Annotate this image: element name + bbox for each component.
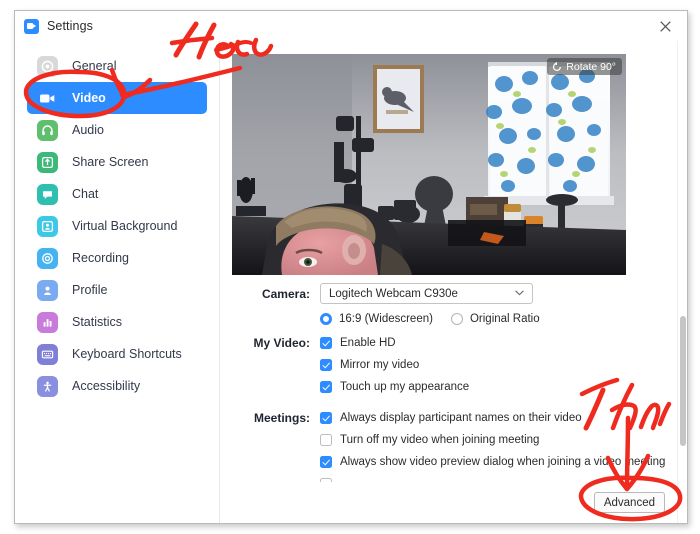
option-label: Mirror my video [340, 359, 420, 371]
sidebar-item-profile[interactable]: Profile [27, 274, 207, 306]
share-screen-icon [37, 151, 58, 173]
video-settings-panel: Rotate 90° Camera: Logitech Webcam C930e [220, 41, 687, 523]
window-body: General Video Audio Share Screen Chat Vi… [15, 41, 687, 523]
sidebar-item-label: Chat [72, 187, 99, 201]
sidebar-item-audio[interactable]: Audio [27, 114, 207, 146]
chat-bubble-icon [37, 183, 58, 205]
sidebar-item-accessibility[interactable]: Accessibility [27, 370, 207, 402]
sidebar-item-recording[interactable]: Recording [27, 242, 207, 274]
aspect-radio-original[interactable] [450, 312, 463, 325]
checkbox-always-show-video-preview-dialog[interactable] [320, 456, 332, 468]
gear-icon [37, 55, 58, 77]
settings-sidebar: General Video Audio Share Screen Chat Vi… [15, 41, 220, 523]
title-bar: Settings [15, 11, 687, 41]
rotate-icon [553, 61, 562, 71]
sidebar-item-virtual-background[interactable]: Virtual Background [27, 210, 207, 242]
aspect-label-widescreen: 16:9 (Widescreen) [339, 312, 433, 325]
accessibility-icon [37, 375, 58, 397]
sidebar-item-label: General [72, 59, 117, 73]
checkbox-mirror-my-video[interactable] [320, 359, 332, 371]
option-touch-up-my-appearance[interactable]: Touch up my appearance [320, 376, 687, 398]
sidebar-item-chat[interactable]: Chat [27, 178, 207, 210]
meetings-row: Meetings: Always display participant nam… [220, 407, 687, 482]
checkbox-touch-up-my-appearance[interactable] [320, 381, 332, 393]
camera-preview-image [232, 54, 626, 275]
option-label: Turn off my video when joining meeting [340, 434, 540, 446]
checkbox-always-display-participant-names[interactable] [320, 412, 332, 424]
close-button[interactable] [643, 11, 687, 41]
option-always-show-video-preview-dialog[interactable]: Always show video preview dialog when jo… [320, 451, 687, 473]
checkbox-turn-off-my-video-when-joining[interactable] [320, 434, 332, 446]
person-icon [37, 279, 58, 301]
checkbox-clipped[interactable] [320, 478, 332, 482]
option-label [340, 478, 343, 482]
record-circle-icon [37, 247, 58, 269]
sidebar-item-label: Virtual Background [72, 219, 178, 233]
sidebar-item-label: Statistics [72, 315, 123, 329]
sidebar-item-share-screen[interactable]: Share Screen [27, 146, 207, 178]
settings-window: Settings General Video Audio Share Scree… [14, 10, 688, 524]
settings-form: Camera: Logitech Webcam C930e 16:9 (Wide [220, 283, 687, 523]
option-turn-off-my-video-when-joining[interactable]: Turn off my video when joining meeting [320, 429, 687, 451]
camera-preview: Rotate 90° [232, 54, 626, 275]
sidebar-item-label: Keyboard Shortcuts [72, 347, 182, 361]
headphones-icon [37, 119, 58, 141]
sidebar-item-label: Share Screen [72, 155, 149, 169]
option-label: Always display participant names on thei… [340, 412, 582, 424]
person-frame-icon [37, 215, 58, 237]
sidebar-item-label: Profile [72, 283, 108, 297]
advanced-button-wrap: Advanced [593, 492, 665, 513]
option-clipped[interactable] [320, 473, 687, 482]
option-mirror-my-video[interactable]: Mirror my video [320, 354, 687, 376]
option-label: Always show video preview dialog when jo… [340, 456, 666, 468]
sidebar-item-label: Recording [72, 251, 129, 265]
bar-chart-icon [37, 311, 58, 333]
camera-row: Camera: Logitech Webcam C930e 16:9 (Wide [220, 283, 687, 330]
my-video-label: My Video: [253, 336, 310, 350]
checkbox-enable-hd[interactable] [320, 337, 332, 349]
sidebar-item-label: Audio [72, 123, 104, 137]
clipped-option-row [320, 473, 687, 482]
option-enable-hd[interactable]: Enable HD [320, 332, 687, 354]
close-icon [659, 20, 671, 32]
option-always-display-participant-names[interactable]: Always display participant names on thei… [320, 407, 687, 429]
zoom-camera-icon [24, 18, 39, 34]
aspect-ratio-group: 16:9 (Widescreen) Original Ratio [320, 307, 687, 330]
sidebar-item-label: Accessibility [72, 379, 141, 393]
camera-label: Camera: [261, 287, 310, 301]
my-video-row: My Video: Enable HD Mirror my video Touc… [220, 332, 687, 398]
aspect-label-original: Original Ratio [469, 312, 540, 325]
option-label: Enable HD [340, 337, 396, 349]
meetings-label: Meetings: [253, 411, 310, 425]
scrollbar-thumb[interactable] [680, 316, 686, 446]
chevron-down-icon [515, 290, 524, 296]
rotate-90-button[interactable]: Rotate 90° [547, 58, 622, 75]
camera-select-value: Logitech Webcam C930e [329, 287, 458, 300]
sidebar-item-label: Video [72, 91, 106, 105]
window-title: Settings [47, 19, 93, 33]
rotate-90-label: Rotate 90° [566, 60, 616, 73]
sidebar-item-statistics[interactable]: Statistics [27, 306, 207, 338]
sidebar-item-general[interactable]: General [27, 50, 207, 82]
option-label: Touch up my appearance [340, 381, 470, 393]
sidebar-item-video[interactable]: Video [27, 82, 207, 114]
form-spacer [220, 399, 687, 407]
screenshot-root: Settings General Video Audio Share Scree… [0, 0, 700, 534]
advanced-button[interactable]: Advanced [593, 492, 665, 513]
sidebar-item-keyboard-shortcuts[interactable]: Keyboard Shortcuts [27, 338, 207, 370]
camera-select[interactable]: Logitech Webcam C930e [320, 283, 533, 304]
video-camera-icon [37, 88, 58, 109]
aspect-radio-widescreen[interactable] [320, 312, 332, 325]
keyboard-icon [37, 343, 58, 365]
content-scrollbar[interactable] [677, 41, 687, 523]
